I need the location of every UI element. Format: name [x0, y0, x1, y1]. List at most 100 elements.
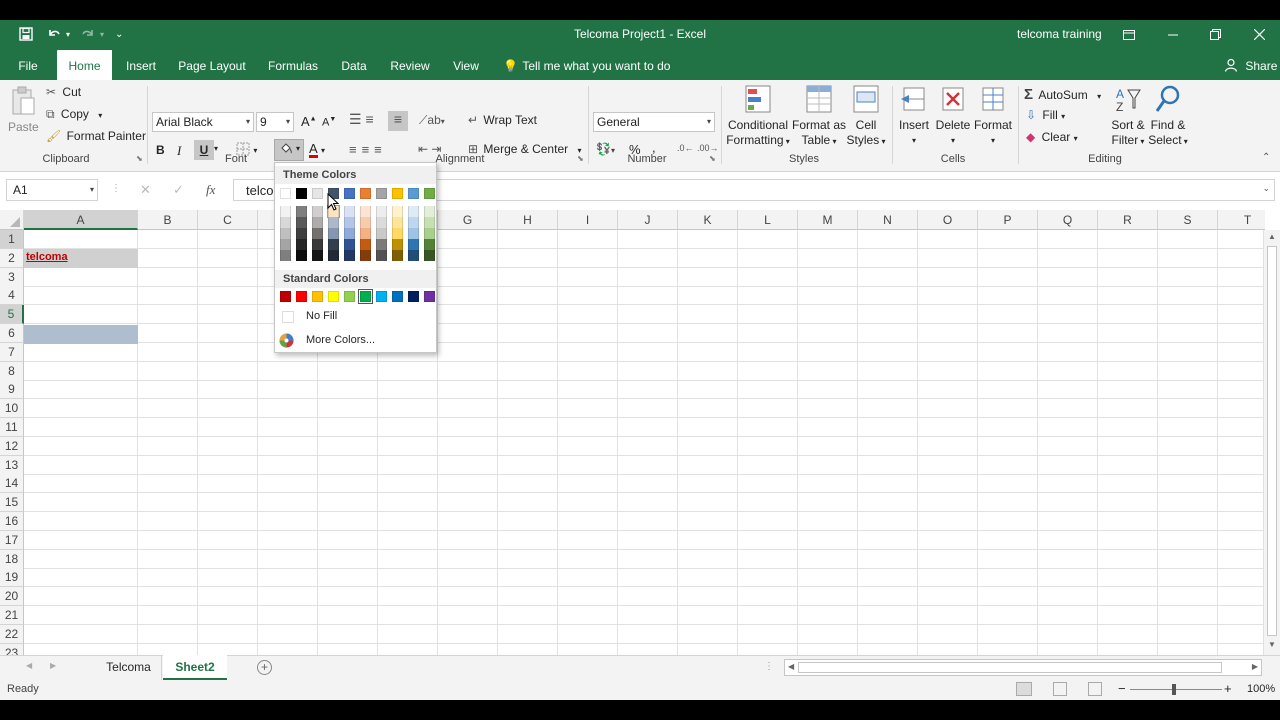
page-break-view-icon[interactable]	[1088, 682, 1102, 696]
next-sheet-icon[interactable]: ▶	[50, 661, 56, 670]
cell-a1[interactable]: telcoma	[24, 249, 138, 268]
decrease-decimal-icon[interactable]: .00→	[697, 143, 719, 153]
row-header-3[interactable]: 3	[0, 267, 24, 287]
scroll-down-icon[interactable]: ▼	[1268, 640, 1276, 649]
theme-shade-swatch[interactable]	[392, 239, 403, 250]
theme-shade-swatch[interactable]	[376, 250, 387, 261]
cut-button[interactable]: ✂ Cut	[46, 85, 81, 99]
new-sheet-icon[interactable]: +	[257, 660, 272, 675]
increase-font-icon[interactable]: A▲	[301, 114, 317, 129]
horizontal-align-icons[interactable]: ≡≡≡	[349, 142, 387, 157]
tab-formulas[interactable]: Formulas	[262, 50, 324, 80]
autosum-button[interactable]: Σ AutoSum ▾	[1024, 86, 1101, 103]
accounting-format-icon[interactable]: 💱▾	[596, 142, 615, 156]
theme-shade-swatch[interactable]	[296, 228, 307, 239]
restore-icon[interactable]	[1204, 24, 1226, 46]
column-header-a[interactable]: A	[24, 210, 138, 230]
expand-formula-icon[interactable]: ⌄	[1262, 183, 1270, 194]
theme-shade-swatch[interactable]	[360, 228, 371, 239]
scroll-up-icon[interactable]: ▲	[1268, 232, 1276, 241]
theme-shade-swatch[interactable]	[408, 217, 419, 228]
standard-color-swatch[interactable]	[392, 291, 403, 302]
confirm-entry-icon[interactable]: ✓	[173, 182, 184, 198]
copy-button[interactable]: ⧉ Copy ▾	[46, 107, 102, 122]
row-header-13[interactable]: 13	[0, 455, 24, 475]
cell-styles-button[interactable]: Cell Styles ▾	[846, 84, 886, 149]
format-as-table-button[interactable]: Format as Table ▾	[792, 84, 846, 149]
standard-color-swatch[interactable]	[376, 291, 387, 302]
row-header-22[interactable]: 22	[0, 624, 24, 644]
theme-shade-swatch[interactable]	[392, 206, 403, 217]
theme-shade-swatch[interactable]	[296, 217, 307, 228]
tab-home[interactable]: Home	[57, 50, 112, 80]
theme-color-swatch[interactable]	[280, 188, 291, 199]
formula-bar-handle-icon[interactable]: ⋮	[111, 183, 121, 194]
standard-color-swatch[interactable]	[424, 291, 435, 302]
standard-color-swatch[interactable]	[296, 291, 307, 302]
column-header-i[interactable]: I	[558, 210, 618, 230]
theme-shade-swatch[interactable]	[424, 228, 435, 239]
paste-button[interactable]: Paste	[8, 86, 39, 142]
theme-shade-swatch[interactable]	[296, 239, 307, 250]
standard-color-swatch[interactable]	[358, 289, 373, 304]
theme-shade-swatch[interactable]	[344, 228, 355, 239]
row-header-16[interactable]: 16	[0, 512, 24, 531]
increase-decimal-icon[interactable]: .0←	[677, 143, 694, 153]
name-box[interactable]: A1 ▾	[6, 179, 98, 201]
conditional-formatting-button[interactable]: Conditional Formatting ▾	[726, 84, 790, 149]
theme-color-swatch[interactable]	[360, 188, 371, 199]
zoom-level[interactable]: 100%	[1247, 683, 1275, 695]
sort-filter-button[interactable]: AZ Sort & Filter ▾	[1106, 84, 1150, 149]
theme-shade-swatch[interactable]	[360, 217, 371, 228]
page-layout-view-icon[interactable]	[1053, 682, 1067, 696]
wrap-text-button[interactable]: ↵ Wrap Text	[468, 113, 537, 127]
theme-color-swatch[interactable]	[344, 188, 355, 199]
column-header-l[interactable]: L	[738, 210, 798, 230]
column-header-n[interactable]: N	[858, 210, 918, 230]
column-header-q[interactable]: Q	[1038, 210, 1098, 230]
row-header-21[interactable]: 21	[0, 606, 24, 625]
theme-shade-swatch[interactable]	[312, 206, 323, 217]
sheet-tab-telcoma[interactable]: Telcoma	[96, 656, 162, 680]
font-name-box[interactable]: Arial Black ▾	[152, 112, 254, 132]
tab-file[interactable]: File	[8, 50, 48, 80]
row-header-10[interactable]: 10	[0, 399, 24, 419]
theme-color-swatch[interactable]	[376, 188, 387, 199]
column-header-r[interactable]: R	[1098, 210, 1158, 230]
orientation-icon[interactable]: ⟋ab▾	[419, 113, 445, 128]
theme-shade-swatch[interactable]	[296, 250, 307, 261]
sheet-tab-sheet2[interactable]: Sheet2	[163, 655, 227, 680]
standard-color-swatch[interactable]	[312, 291, 323, 302]
scroll-left-icon[interactable]: ◀	[788, 662, 794, 671]
underline-dropdown-icon[interactable]: ▾	[214, 144, 218, 153]
fill-button[interactable]: ⇩ Fill ▾	[1026, 108, 1065, 122]
more-colors-option[interactable]: More Colors...	[279, 332, 432, 350]
column-header-h[interactable]: H	[498, 210, 558, 230]
theme-shade-swatch[interactable]	[312, 228, 323, 239]
row-header-1[interactable]: 1	[0, 230, 24, 249]
column-header-t[interactable]: T	[1218, 210, 1265, 230]
theme-shade-swatch[interactable]	[424, 206, 435, 217]
theme-shade-swatch[interactable]	[392, 228, 403, 239]
column-header-o[interactable]: O	[918, 210, 978, 230]
dialog-launcher-icon[interactable]: ⬊	[136, 154, 143, 163]
dialog-launcher-icon[interactable]: ⬊	[709, 154, 716, 163]
row-header-19[interactable]: 19	[0, 568, 24, 588]
fill-color-button[interactable]: ▾	[274, 139, 304, 161]
theme-shade-swatch[interactable]	[376, 206, 387, 217]
theme-shade-swatch[interactable]	[408, 228, 419, 239]
row-header-9[interactable]: 9	[0, 380, 24, 400]
row-header-17[interactable]: 17	[0, 530, 24, 550]
column-header-b[interactable]: B	[138, 210, 198, 230]
column-header-k[interactable]: K	[678, 210, 738, 230]
bold-button[interactable]: B	[156, 143, 165, 157]
horizontal-scrollbar[interactable]: ◀ ▶	[784, 659, 1262, 676]
theme-shade-swatch[interactable]	[328, 250, 339, 261]
standard-color-swatch[interactable]	[408, 291, 419, 302]
theme-shade-swatch[interactable]	[280, 250, 291, 261]
row-header-20[interactable]: 20	[0, 587, 24, 607]
vertical-scrollbar-track[interactable]: ▲ ▼	[1263, 230, 1280, 655]
dialog-launcher-icon[interactable]: ⬊	[577, 154, 584, 163]
font-color-button[interactable]: A ▾	[309, 142, 325, 158]
selected-range-a5[interactable]	[24, 325, 138, 344]
